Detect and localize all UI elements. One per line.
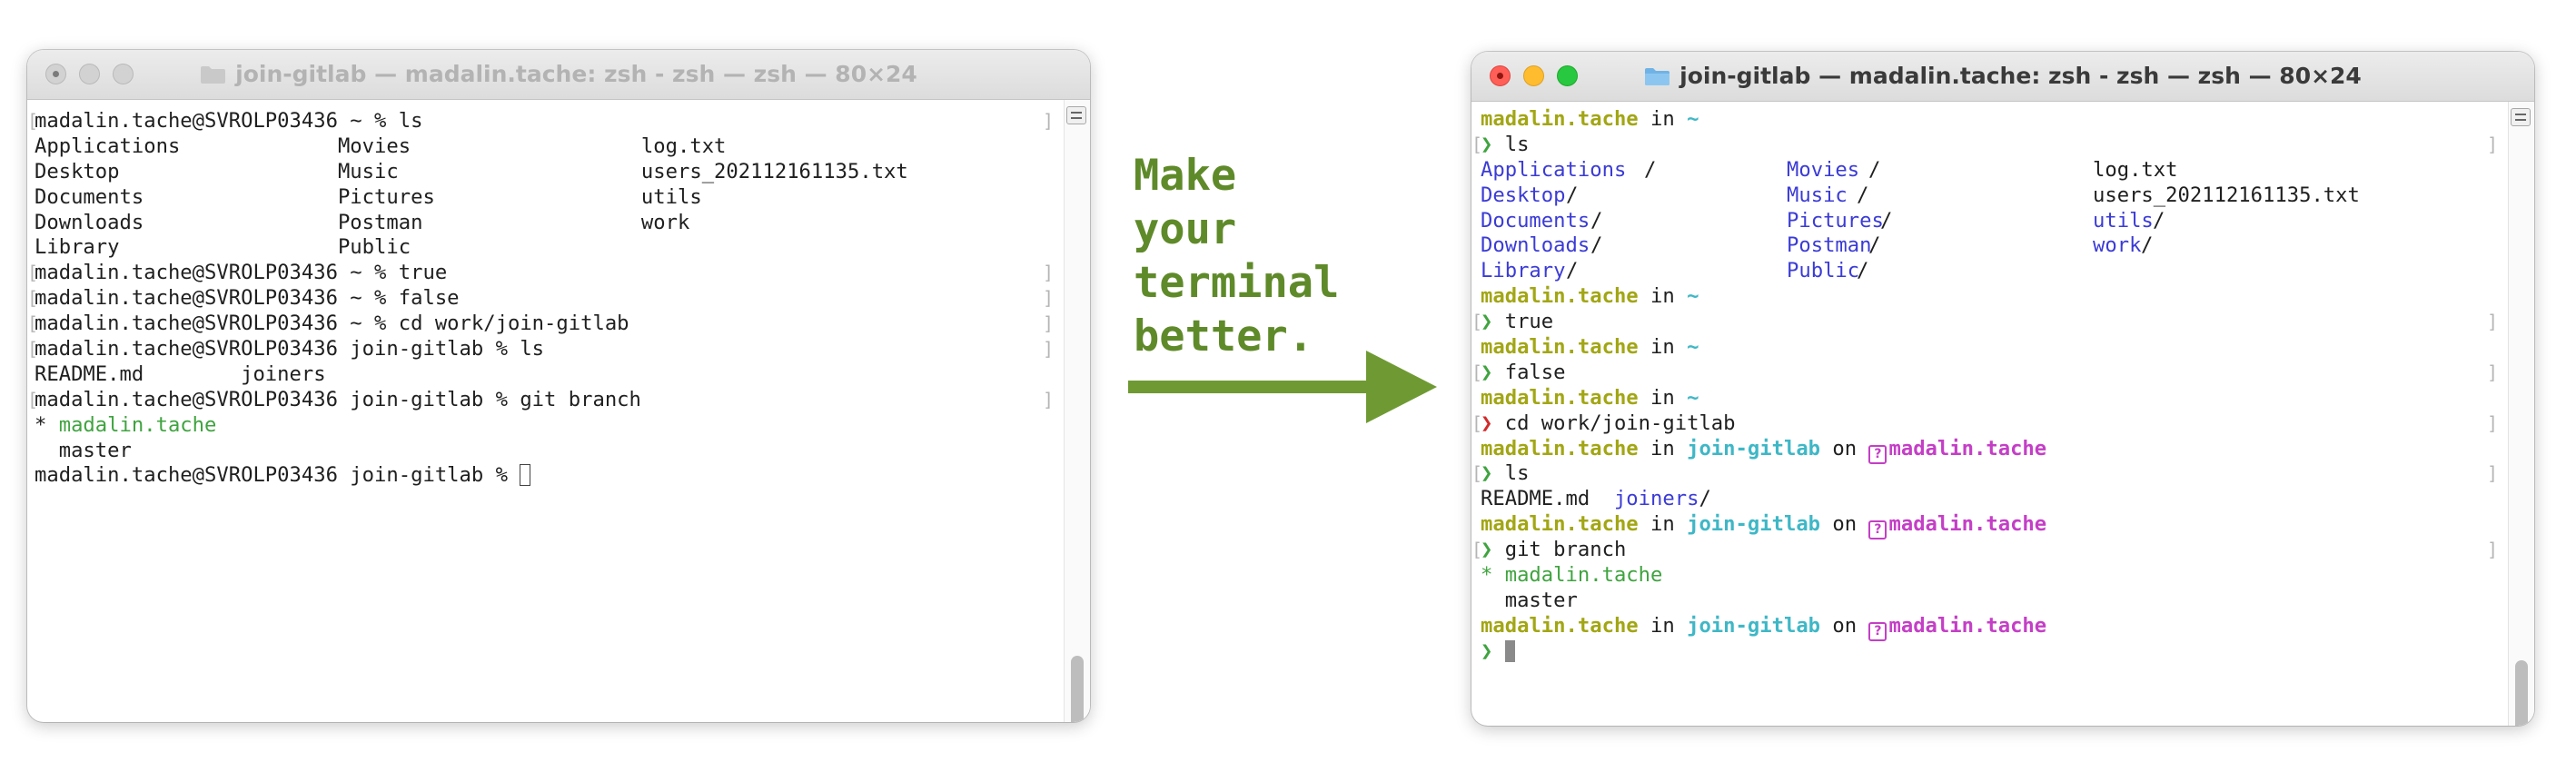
prompt-command: [❯ git branch] (1471, 538, 2498, 562)
tagline: Make your terminal better. (1134, 151, 1340, 361)
right-arrow-icon (1128, 351, 1437, 423)
window-title: join-gitlab — madalin.tache: zsh - zsh —… (27, 50, 1090, 99)
git-branch-icon: ? (1868, 621, 1887, 641)
terminal-line: README.md joiners (35, 361, 326, 386)
prompt-header: madalin.tache in join-gitlab on ? madalin… (1481, 512, 2498, 540)
prompt-header: madalin.tache in ~ (1481, 284, 1699, 309)
window-title-text: join-gitlab — madalin.tache: zsh - zsh —… (235, 61, 917, 87)
plain-terminal-window: join-gitlab — madalin.tache: zsh - zsh —… (27, 50, 1090, 722)
terminal-line: * madalin.tache (35, 412, 217, 437)
terminal-output[interactable]: [madalin.tache@SVROLP03436 ~ % ls] Appli… (27, 100, 1054, 722)
terminal-line: Desktop Music users_202112161135.txt (35, 159, 908, 183)
current-branch: madalin.tache (58, 412, 217, 437)
branch-line: master (1481, 588, 1578, 612)
scrollbar-thumb[interactable] (1071, 656, 1084, 722)
window-title-text: join-gitlab — madalin.tache: zsh - zsh —… (1679, 63, 2362, 89)
prompt-command: [❯ false] (1471, 360, 2498, 384)
terminal-line: Applications Movies log.txt (35, 134, 727, 158)
terminal-output[interactable]: madalin.tache in ~ [❯ ls] Applications / M… (1471, 102, 2498, 726)
prompt-command: [❯ cd work/join-gitlab] (1471, 411, 2498, 435)
marks-button[interactable] (1066, 106, 1086, 124)
prompt-header: madalin.tache in ~ (1481, 385, 1699, 410)
prompt-header: madalin.tache in join-gitlab on ? madalin… (1481, 437, 2498, 464)
text-cursor (520, 464, 531, 487)
ls-row: Applications / Movies / log.txt (1481, 157, 2178, 182)
ls-row: Documents / Pictures / utils / (1481, 208, 2165, 233)
folder-icon (1644, 66, 1670, 86)
prompt-command: [❯ true] (1471, 310, 2498, 334)
terminal-prompt-line[interactable]: madalin.tache@SVROLP03436 join-gitlab % (35, 463, 1054, 489)
ls-row: Desktop / Music / users_202112161135.txt (1481, 183, 2360, 207)
ls-row: Library / Public / (1481, 259, 1869, 283)
terminal-line: Library Public (35, 235, 411, 260)
prompt-header: madalin.tache in ~ (1481, 335, 1699, 360)
terminal-line: [madalin.tache@SVROLP03436 ~ % true] (27, 261, 1054, 285)
title-bar[interactable]: join-gitlab — madalin.tache: zsh - zsh —… (1471, 52, 2534, 102)
branch-line-current: * madalin.tache (1481, 563, 1663, 588)
terminal-line: [madalin.tache@SVROLP03436 ~ % false] (27, 286, 1054, 311)
ls-row: Downloads / Postman / work / (1481, 233, 2154, 258)
terminal-prompt-line[interactable]: ❯ (1481, 639, 2498, 665)
text-cursor (1504, 639, 1515, 662)
folder-icon (200, 64, 226, 84)
terminal-line: Downloads Postman work (35, 210, 690, 234)
ls-row: README.md joiners/ (1481, 487, 1711, 511)
terminal-line: Documents Pictures utils (35, 184, 702, 209)
marks-button[interactable] (2511, 108, 2531, 126)
terminal-line: [madalin.tache@SVROLP03436 ~ % cd work/j… (27, 312, 1054, 336)
scrollbar[interactable] (1064, 100, 1090, 722)
prompt-command: [❯ ls] (1471, 132, 2498, 156)
prompt-command: [❯ ls] (1471, 461, 2498, 486)
scrollbar-thumb[interactable] (2515, 660, 2528, 726)
window-title: join-gitlab — madalin.tache: zsh - zsh —… (1471, 52, 2534, 101)
title-bar[interactable]: join-gitlab — madalin.tache: zsh - zsh —… (27, 50, 1090, 100)
terminal-line: [madalin.tache@SVROLP03436 join-gitlab %… (27, 337, 1054, 361)
terminal-line: [madalin.tache@SVROLP03436 ~ % ls] (27, 109, 1054, 133)
terminal-line: [madalin.tache@SVROLP03436 join-gitlab %… (27, 387, 1054, 411)
enhanced-terminal-window: join-gitlab — madalin.tache: zsh - zsh —… (1471, 52, 2534, 726)
git-branch-icon: ? (1868, 520, 1887, 540)
scrollbar[interactable] (2508, 102, 2534, 726)
prompt-header: madalin.tache in ~ (1481, 107, 1699, 131)
git-branch-icon: ? (1868, 444, 1887, 464)
prompt-header: madalin.tache in join-gitlab on ? madalin… (1481, 614, 2498, 641)
terminal-line: master (35, 438, 132, 462)
